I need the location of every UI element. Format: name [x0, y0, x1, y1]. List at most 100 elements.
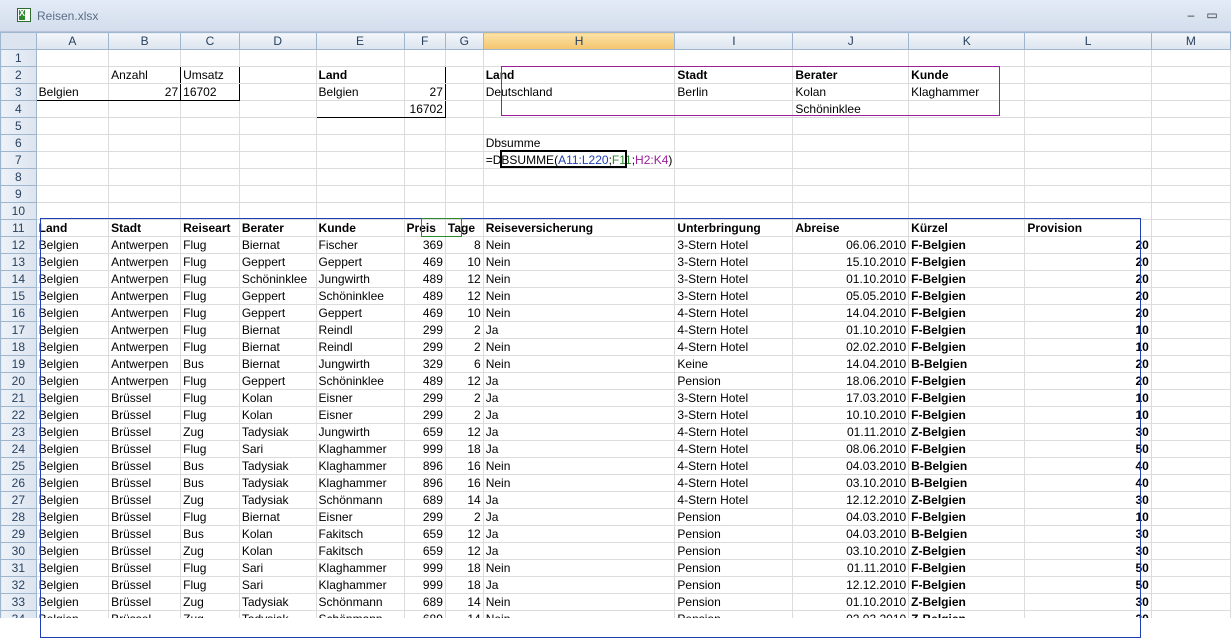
- cell-l8[interactable]: [1024, 168, 1152, 186]
- cell-j28[interactable]: 04.03.2010: [792, 508, 910, 526]
- cell-e4[interactable]: [315, 100, 405, 118]
- cell-e21[interactable]: Eisner: [315, 389, 405, 407]
- cell-k30[interactable]: Z-Belgien: [908, 542, 1026, 560]
- cell-b15[interactable]: Antwerpen: [108, 287, 182, 305]
- row-header-2[interactable]: 2: [0, 66, 37, 84]
- row-header-29[interactable]: 29: [0, 525, 37, 543]
- cell-c13[interactable]: Flug: [180, 253, 240, 271]
- cell-j14[interactable]: 01.10.2010: [792, 270, 910, 288]
- cell-i10[interactable]: [674, 202, 794, 220]
- cell-b9[interactable]: [108, 185, 182, 203]
- cell-m12[interactable]: [1150, 236, 1231, 254]
- minimize-button[interactable]: –: [1186, 8, 1196, 22]
- row-header-24[interactable]: 24: [0, 440, 37, 458]
- cell-j26[interactable]: 03.10.2010: [792, 474, 910, 492]
- cell-e7[interactable]: [315, 151, 405, 169]
- cell-d22[interactable]: Kolan: [238, 406, 317, 424]
- cell-c12[interactable]: Flug: [180, 236, 240, 254]
- cell-j32[interactable]: 12.12.2010: [792, 576, 910, 594]
- cell-l26[interactable]: 40: [1024, 474, 1152, 492]
- cell-k14[interactable]: F-Belgien: [908, 270, 1026, 288]
- cell-b6[interactable]: [108, 134, 182, 152]
- cell-b32[interactable]: Brüssel: [108, 576, 182, 594]
- cell-g30[interactable]: 12: [444, 542, 484, 560]
- cell-k23[interactable]: Z-Belgien: [908, 423, 1026, 441]
- cell-b8[interactable]: [108, 168, 182, 186]
- cell-g9[interactable]: [444, 185, 484, 203]
- cell-k4[interactable]: [908, 100, 1026, 118]
- cell-j29[interactable]: 04.03.2010: [792, 525, 910, 543]
- cell-i19[interactable]: Keine: [674, 355, 794, 373]
- cell-g8[interactable]: [444, 168, 484, 186]
- cell-h18[interactable]: Nein: [482, 338, 676, 356]
- cell-k2[interactable]: Kunde: [908, 66, 1026, 84]
- cell-a14[interactable]: Belgien: [35, 270, 110, 288]
- cell-a30[interactable]: Belgien: [35, 542, 110, 560]
- cell-i11[interactable]: Unterbringung: [674, 219, 794, 237]
- cell-m18[interactable]: [1150, 338, 1231, 356]
- cell-g32[interactable]: 18: [444, 576, 484, 594]
- cell-m28[interactable]: [1150, 508, 1231, 526]
- cell-j5[interactable]: [792, 117, 910, 135]
- cell-f10[interactable]: [403, 202, 446, 220]
- cell-b17[interactable]: Antwerpen: [108, 321, 182, 339]
- cell-f5[interactable]: [403, 117, 446, 135]
- cell-i22[interactable]: 3-Stern Hotel: [674, 406, 794, 424]
- cell-k12[interactable]: F-Belgien: [908, 236, 1026, 254]
- cell-i23[interactable]: 4-Stern Hotel: [674, 423, 794, 441]
- cell-d23[interactable]: Tadysiak: [238, 423, 317, 441]
- cell-b23[interactable]: Brüssel: [108, 423, 182, 441]
- cell-i31[interactable]: Pension: [674, 559, 794, 577]
- cell-d7[interactable]: [238, 151, 317, 169]
- cell-i5[interactable]: [674, 117, 794, 135]
- row-header-7[interactable]: 7: [0, 151, 37, 169]
- cell-j27[interactable]: 12.12.2010: [792, 491, 910, 509]
- cell-i6[interactable]: [674, 134, 794, 152]
- cell-m15[interactable]: [1150, 287, 1231, 305]
- cell-a26[interactable]: Belgien: [35, 474, 110, 492]
- row-header-33[interactable]: 33: [0, 593, 37, 611]
- cell-f22[interactable]: 299: [403, 406, 446, 424]
- cell-b34[interactable]: Brüssel: [108, 610, 182, 618]
- row-header-23[interactable]: 23: [0, 423, 37, 441]
- cell-e12[interactable]: Fischer: [315, 236, 405, 254]
- cell-k32[interactable]: F-Belgien: [908, 576, 1026, 594]
- cell-k17[interactable]: F-Belgien: [908, 321, 1026, 339]
- cell-d6[interactable]: [238, 134, 317, 152]
- cell-a27[interactable]: Belgien: [35, 491, 110, 509]
- cell-d15[interactable]: Geppert: [238, 287, 317, 305]
- cell-d24[interactable]: Sari: [238, 440, 317, 458]
- cell-e20[interactable]: Schöninklee: [315, 372, 405, 390]
- cell-h2[interactable]: Land: [482, 66, 676, 84]
- cell-c24[interactable]: Flug: [180, 440, 240, 458]
- cell-l11[interactable]: Provision: [1024, 219, 1152, 237]
- cell-a2[interactable]: [35, 66, 110, 84]
- cell-f17[interactable]: 299: [403, 321, 446, 339]
- cell-j12[interactable]: 06.06.2010: [792, 236, 910, 254]
- cell-m4[interactable]: [1150, 100, 1231, 118]
- cell-l31[interactable]: 50: [1024, 559, 1152, 577]
- cell-e1[interactable]: [315, 49, 405, 67]
- cell-d17[interactable]: Biernat: [238, 321, 317, 339]
- row-header-21[interactable]: 21: [0, 389, 37, 407]
- cell-e15[interactable]: Schöninklee: [315, 287, 405, 305]
- cell-i34[interactable]: Pension: [674, 610, 794, 618]
- cell-e24[interactable]: Klaghammer: [315, 440, 405, 458]
- cell-j13[interactable]: 15.10.2010: [792, 253, 910, 271]
- cell-a32[interactable]: Belgien: [35, 576, 110, 594]
- cell-k33[interactable]: Z-Belgien: [908, 593, 1026, 611]
- cell-d12[interactable]: Biernat: [238, 236, 317, 254]
- cell-b7[interactable]: [108, 151, 182, 169]
- cell-l15[interactable]: 20: [1024, 287, 1152, 305]
- maximize-button[interactable]: ▭: [1206, 8, 1218, 22]
- cell-h9[interactable]: [482, 185, 676, 203]
- cell-m31[interactable]: [1150, 559, 1231, 577]
- cell-e2[interactable]: Land: [315, 66, 405, 84]
- cell-b20[interactable]: Antwerpen: [108, 372, 182, 390]
- cell-e10[interactable]: [315, 202, 405, 220]
- cell-a34[interactable]: Belgien: [35, 610, 110, 618]
- select-all-corner[interactable]: [0, 32, 37, 50]
- cell-m9[interactable]: [1150, 185, 1231, 203]
- cell-a18[interactable]: Belgien: [35, 338, 110, 356]
- cell-h10[interactable]: [482, 202, 676, 220]
